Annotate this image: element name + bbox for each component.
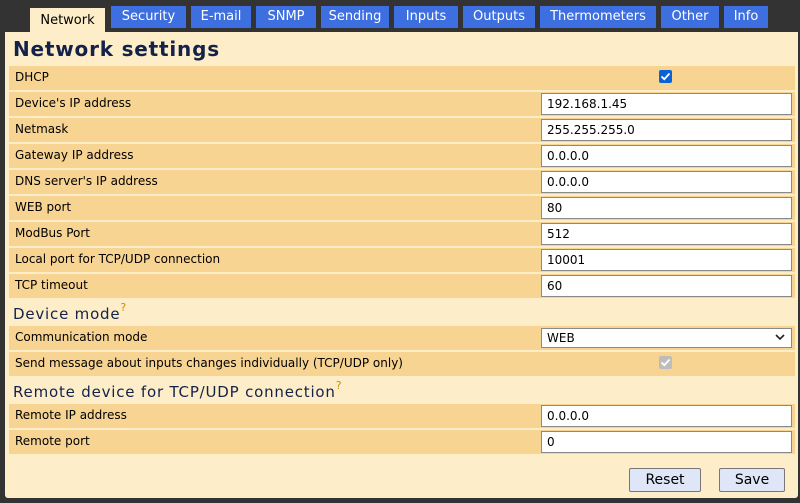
device-ip-label: Device's IP address — [15, 96, 132, 110]
tab-email[interactable]: E-mail — [191, 6, 251, 28]
reset-button[interactable]: Reset — [629, 468, 701, 492]
dns-label: DNS server's IP address — [15, 174, 158, 188]
dns-input[interactable]: 0.0.0.0 — [541, 171, 792, 193]
tab-inputs[interactable]: Inputs — [394, 6, 458, 28]
dns-row: DNS server's IP address 0.0.0.0 — [9, 170, 795, 194]
netmask-row: Netmask 255.255.255.0 — [9, 118, 795, 142]
gateway-input[interactable]: 0.0.0.0 — [541, 145, 792, 167]
device-mode-heading: Device mode? — [13, 301, 127, 323]
send-individually-label: Send message about inputs changes indivi… — [15, 356, 403, 370]
remote-ip-input[interactable]: 0.0.0.0 — [541, 405, 792, 427]
network-settings-panel: Network settings DHCP Device's IP addres… — [5, 32, 798, 498]
local-port-input[interactable]: 10001 — [541, 249, 792, 271]
send-individually-row: Send message about inputs changes indivi… — [9, 352, 795, 376]
web-port-label: WEB port — [15, 200, 72, 214]
modbus-port-label: ModBus Port — [15, 226, 91, 240]
modbus-port-row: ModBus Port 512 — [9, 222, 795, 246]
local-port-row: Local port for TCP/UDP connection 10001 — [9, 248, 795, 272]
save-button[interactable]: Save — [719, 468, 785, 492]
remote-ip-label: Remote IP address — [15, 408, 127, 422]
checkmark-icon — [660, 72, 671, 81]
communication-mode-select[interactable]: WEB — [541, 328, 792, 348]
dhcp-label: DHCP — [15, 70, 49, 84]
tab-outputs[interactable]: Outputs — [463, 6, 535, 28]
tab-snmp[interactable]: SNMP — [256, 6, 316, 28]
dhcp-checkbox[interactable] — [659, 70, 672, 83]
tab-thermometers[interactable]: Thermometers — [540, 6, 656, 28]
remote-ip-row: Remote IP address 0.0.0.0 — [9, 404, 795, 428]
tcp-timeout-row: TCP timeout 60 — [9, 274, 795, 298]
web-port-row: WEB port 80 — [9, 196, 795, 220]
tcp-timeout-label: TCP timeout — [15, 278, 88, 292]
modbus-port-input[interactable]: 512 — [541, 223, 792, 245]
page-title: Network settings — [13, 37, 220, 61]
remote-port-label: Remote port — [15, 434, 90, 448]
device-mode-help-icon[interactable]: ? — [120, 301, 127, 314]
chevron-down-icon — [775, 334, 785, 341]
local-port-label: Local port for TCP/UDP connection — [15, 252, 221, 266]
tab-other[interactable]: Other — [661, 6, 719, 28]
remote-port-input[interactable]: 0 — [541, 431, 792, 453]
tab-info[interactable]: Info — [724, 6, 768, 28]
dhcp-row: DHCP — [9, 66, 795, 90]
checkmark-icon — [660, 358, 671, 367]
gateway-row: Gateway IP address 0.0.0.0 — [9, 144, 795, 168]
device-ip-input[interactable]: 192.168.1.45 — [541, 93, 792, 115]
netmask-input[interactable]: 255.255.255.0 — [541, 119, 792, 141]
device-ip-row: Device's IP address 192.168.1.45 — [9, 92, 795, 116]
remote-device-title: Remote device for TCP/UDP connection — [13, 383, 336, 401]
tab-bar: Network Security E-mail SNMP Sending Inp… — [0, 0, 800, 34]
device-mode-title: Device mode — [13, 305, 121, 323]
netmask-label: Netmask — [15, 122, 69, 136]
communication-mode-label: Communication mode — [15, 330, 148, 344]
web-port-input[interactable]: 80 — [541, 197, 792, 219]
communication-mode-value: WEB — [547, 331, 575, 345]
tab-security[interactable]: Security — [111, 6, 186, 28]
remote-device-heading: Remote device for TCP/UDP connection? — [13, 379, 342, 401]
communication-mode-row: Communication mode WEB — [9, 326, 795, 350]
tab-sending[interactable]: Sending — [321, 6, 389, 28]
remote-device-help-icon[interactable]: ? — [336, 379, 343, 392]
remote-port-row: Remote port 0 — [9, 430, 795, 454]
send-individually-checkbox[interactable] — [659, 356, 672, 369]
gateway-label: Gateway IP address — [15, 148, 134, 162]
tcp-timeout-input[interactable]: 60 — [541, 275, 792, 297]
tab-network[interactable]: Network — [30, 8, 105, 34]
